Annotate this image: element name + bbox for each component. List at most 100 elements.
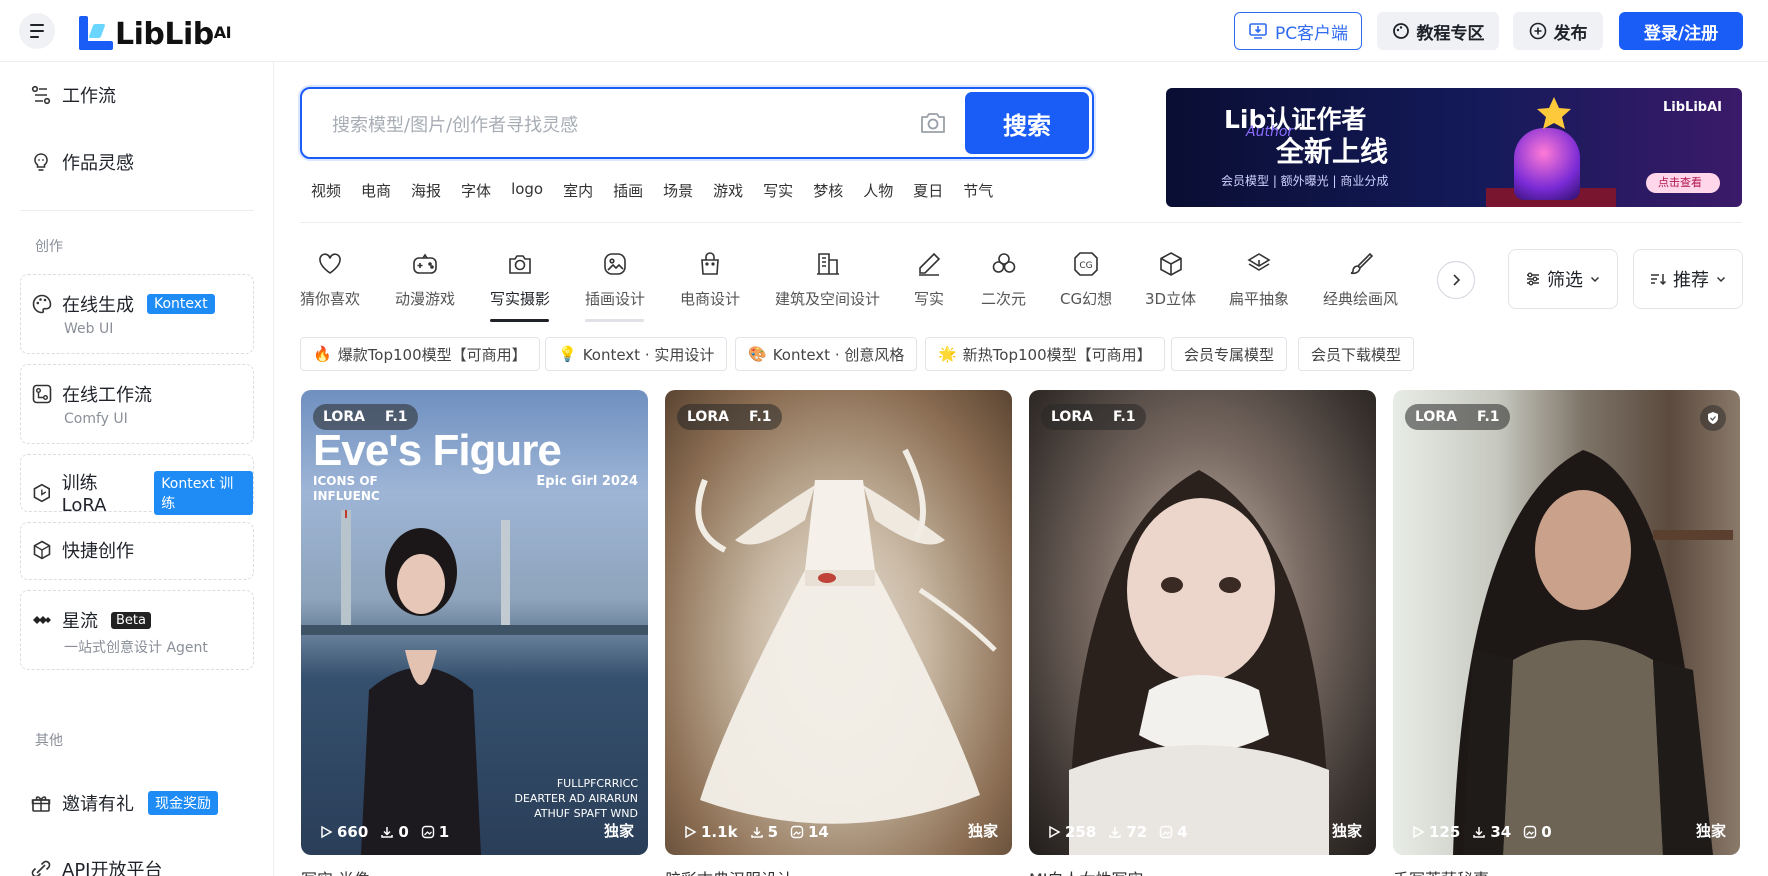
hot-tag[interactable]: 写实 bbox=[763, 180, 793, 201]
hot-tag[interactable]: 字体 bbox=[461, 180, 491, 201]
exclusive-badge: 独家 bbox=[967, 822, 998, 840]
banner-cta-button[interactable]: 点击查看 bbox=[1646, 173, 1720, 193]
online-generate-sub: Web UI bbox=[64, 321, 114, 337]
model-card[interactable]: LORA F.1 1.1k 5 14 独家 bbox=[665, 390, 1012, 855]
search-button[interactable]: 搜索 bbox=[965, 92, 1089, 154]
hot-tag[interactable]: 插画 bbox=[613, 180, 643, 201]
hot-tag[interactable]: 电商 bbox=[361, 180, 391, 201]
promo-banner[interactable]: Lib认证作者 Author 全新上线 会员模型 | 额外曝光 | 商业分成 L… bbox=[1166, 88, 1742, 207]
camera-search-icon[interactable] bbox=[919, 110, 947, 136]
images-count: 14 bbox=[808, 823, 829, 841]
xingliu-label: 星流 bbox=[62, 611, 98, 632]
chip-new-top100[interactable]: 🌟 新热Top100模型【可商用】 bbox=[925, 337, 1165, 371]
chip-label: 会员专属模型 bbox=[1184, 345, 1275, 364]
search-box[interactable]: 搜索模型/图片/创作者寻找灵感 搜索 bbox=[300, 87, 1094, 159]
card-title[interactable]: 手写菩萨秘事 bbox=[1393, 866, 1489, 876]
model-type-tags: LORA F.1 bbox=[677, 404, 782, 430]
cover-footer-line: ATHUF SPAFT WND bbox=[534, 807, 638, 820]
category-tab-realism[interactable]: 写实 bbox=[914, 250, 944, 309]
sidebar-card-online-generate[interactable]: 在线生成 Kontext Web UI bbox=[20, 274, 254, 354]
category-tab-illustration[interactable]: 插画设计 bbox=[585, 250, 645, 309]
chevron-down-icon bbox=[1590, 276, 1600, 283]
login-register-button[interactable]: 登录/注册 bbox=[1619, 12, 1743, 50]
category-tab-flat-abstract[interactable]: 扁平抽象 bbox=[1229, 250, 1289, 309]
sidebar-card-xingliu[interactable]: 星流 Beta 一站式创意设计 Agent bbox=[20, 590, 254, 670]
section-divider bbox=[300, 222, 1742, 223]
quick-create-label: 快捷创作 bbox=[62, 541, 134, 562]
download-icon bbox=[1473, 827, 1486, 838]
category-tab-guess[interactable]: 猜你喜欢 bbox=[300, 250, 360, 309]
chip-member-exclusive[interactable]: 会员专属模型 bbox=[1171, 337, 1288, 371]
runs-count: 258 bbox=[1065, 823, 1097, 841]
pc-client-button[interactable]: PC客户端 bbox=[1234, 12, 1362, 50]
hot-tag[interactable]: 场景 bbox=[663, 180, 693, 201]
chip-kontext-practical[interactable]: 💡 Kontext · 实用设计 bbox=[545, 337, 728, 371]
hot-tag[interactable]: 海报 bbox=[411, 180, 441, 201]
downloads-stat: 72 bbox=[1108, 823, 1147, 841]
menu-toggle-button[interactable] bbox=[19, 13, 55, 49]
model-card[interactable]: LORA F.1 125 34 0 独家 bbox=[1393, 390, 1740, 855]
hot-tag[interactable]: 室内 bbox=[563, 180, 593, 201]
publish-button[interactable]: 发布 bbox=[1513, 12, 1603, 50]
category-tab-3d[interactable]: 3D立体 bbox=[1145, 250, 1196, 309]
sidebar-card-train-lora[interactable]: 训练LoRA Kontext 训练 bbox=[20, 454, 254, 516]
category-tab-realistic-photo[interactable]: 写实摄影 bbox=[490, 250, 550, 309]
card-cover-art bbox=[1453, 450, 1733, 855]
hot-tag[interactable]: 视频 bbox=[311, 180, 341, 201]
category-tab-cg-fantasy[interactable]: CG CG幻想 bbox=[1060, 250, 1112, 309]
hot-tag[interactable]: 夏日 bbox=[913, 180, 943, 201]
tutorial-button[interactable]: 教程专区 bbox=[1377, 12, 1499, 50]
category-tab-anime-game[interactable]: 动漫游戏 bbox=[395, 250, 455, 309]
category-tab-anime2d[interactable]: 二次元 bbox=[981, 250, 1026, 309]
sidebar-item-workflow[interactable]: 工作流 bbox=[30, 82, 116, 108]
chip-hot-top100[interactable]: 🔥 爆款Top100模型【可商用】 bbox=[300, 337, 540, 371]
beta-badge: Beta bbox=[111, 611, 151, 629]
lora-tag: LORA bbox=[1051, 409, 1093, 425]
star-icon: 🌟 bbox=[938, 345, 957, 363]
category-label: CG幻想 bbox=[1060, 290, 1113, 308]
model-card[interactable]: LORA F.1 258 72 4 独家 bbox=[1029, 390, 1376, 855]
search-input[interactable]: 搜索模型/图片/创作者寻找灵感 bbox=[332, 111, 578, 137]
images-stat: 14 bbox=[790, 823, 829, 841]
liblib-logo[interactable]: LibLibAI bbox=[79, 14, 232, 50]
sidebar: 工作流 作品灵感 创作 在线生成 Kontext Web UI 在线工作流 Co… bbox=[0, 62, 274, 876]
download-icon bbox=[381, 827, 394, 838]
chip-member-download[interactable]: 会员下载模型 bbox=[1298, 337, 1415, 371]
card-title[interactable]: MJ白人女性写实 bbox=[1029, 866, 1144, 876]
category-tab-ecommerce[interactable]: 电商设计 bbox=[680, 250, 740, 309]
downloads-count: 72 bbox=[1126, 823, 1148, 841]
sliders-icon bbox=[1527, 272, 1539, 286]
banner-robot-decoration bbox=[1514, 128, 1580, 200]
images-count: 4 bbox=[1177, 823, 1188, 841]
sidebar-card-quick-create[interactable]: 快捷创作 bbox=[20, 522, 254, 580]
hot-tag[interactable]: 梦核 bbox=[813, 180, 843, 201]
card-title[interactable]: 写实·肖像 bbox=[301, 866, 370, 876]
sort-button[interactable]: 推荐 bbox=[1633, 249, 1743, 309]
category-tab-architecture[interactable]: 建筑及空间设计 bbox=[775, 250, 880, 309]
model-card[interactable]: Eve's Figure ICONS OF INFLUENC Epic Girl… bbox=[301, 390, 648, 855]
chip-kontext-creative[interactable]: 🎨 Kontext · 创意风格 bbox=[735, 337, 918, 371]
category-label: 电商设计 bbox=[680, 290, 741, 308]
clover-icon bbox=[992, 253, 1015, 273]
sidebar-item-api[interactable]: API开放平台 bbox=[30, 856, 162, 876]
sidebar-item-inspiration[interactable]: 作品灵感 bbox=[30, 149, 134, 175]
hot-tag[interactable]: 节气 bbox=[963, 180, 993, 201]
api-label: API开放平台 bbox=[62, 860, 163, 876]
category-label: 插画设计 bbox=[585, 290, 646, 308]
hot-tag[interactable]: logo bbox=[511, 180, 543, 201]
runs-stat: 258 bbox=[1047, 823, 1096, 841]
category-tab-classic-painting[interactable]: 经典绘画风 bbox=[1323, 250, 1398, 309]
sidebar-item-label: 工作流 bbox=[62, 86, 116, 107]
filter-button[interactable]: 筛选 bbox=[1508, 249, 1618, 309]
hot-tag[interactable]: 游戏 bbox=[713, 180, 743, 201]
chip-label: Kontext · 创意风格 bbox=[772, 345, 905, 364]
sidebar-card-online-workflow[interactable]: 在线工作流 Comfy UI bbox=[20, 364, 254, 444]
category-next-button[interactable] bbox=[1437, 261, 1475, 299]
sidebar-item-invite[interactable]: 邀请有礼 现金奖励 bbox=[30, 790, 218, 816]
cover-subtitle: ICONS OF bbox=[313, 474, 378, 488]
sort-icon bbox=[1651, 274, 1667, 286]
card-title[interactable]: 胶彩古典汉服设计 bbox=[665, 866, 793, 876]
hot-tag[interactable]: 人物 bbox=[863, 180, 893, 201]
logo-sup: AI bbox=[213, 23, 232, 42]
building-icon bbox=[816, 253, 839, 275]
